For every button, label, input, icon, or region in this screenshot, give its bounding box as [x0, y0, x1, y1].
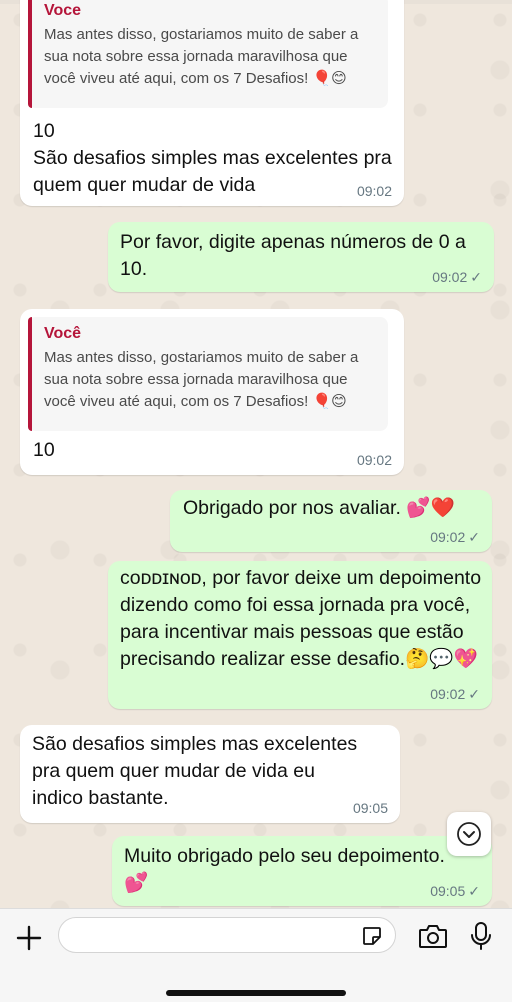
message-composer	[0, 908, 512, 1002]
chat-area[interactable]: Voce Mas antes disso, gostariamos muito …	[0, 0, 512, 908]
message-text: ᴄᴏᴅᴅɪɴᴏᴅ, por favor deixe um depoimento …	[120, 567, 487, 670]
message-time: 09:02	[356, 183, 392, 199]
microphone-icon[interactable]	[470, 921, 492, 951]
camera-icon[interactable]	[418, 923, 448, 949]
message-text: Por favor, digite apenas números de 0 a …	[120, 231, 472, 280]
home-indicator	[166, 990, 346, 996]
quote-author: Você	[44, 325, 82, 342]
sent-check-icon: ✓	[468, 529, 480, 545]
message-time: 09:05	[430, 883, 466, 899]
quoted-message[interactable]: Voce Mas antes disso, gostariamos muito …	[28, 0, 388, 108]
message-outgoing[interactable]: Por favor, digite apenas números de 0 a …	[108, 222, 494, 292]
message-time: 09:02	[356, 452, 392, 468]
sticker-icon[interactable]	[361, 925, 383, 947]
message-text: Obrigado por nos avaliar. 💕❤️	[183, 497, 455, 519]
message-outgoing[interactable]: ᴄᴏᴅᴅɪɴᴏᴅ, por favor deixe um depoimento …	[108, 561, 492, 709]
message-time: 09:02	[432, 269, 468, 285]
message-text: 10	[33, 439, 55, 461]
quoted-message[interactable]: Você Mas antes disso, gostariamos muito …	[28, 317, 388, 431]
message-input[interactable]	[58, 917, 396, 953]
message-text: 10 São desafios simples mas excelentes p…	[33, 120, 392, 196]
sent-check-icon: ✓	[470, 269, 482, 285]
sent-check-icon: ✓	[468, 883, 480, 899]
quote-text: Mas antes disso, gostariamos muito de sa…	[44, 26, 359, 87]
plus-icon[interactable]	[14, 923, 44, 953]
message-outgoing[interactable]: Obrigado por nos avaliar. 💕❤️ 09:02 ✓	[170, 490, 492, 552]
quote-text: Mas antes disso, gostariamos muito de sa…	[44, 349, 359, 410]
message-incoming[interactable]: Voce Mas antes disso, gostariamos muito …	[20, 0, 404, 206]
message-incoming[interactable]: Você Mas antes disso, gostariamos muito …	[20, 309, 404, 475]
message-time: 09:02	[430, 686, 466, 702]
sent-check-icon: ✓	[468, 686, 480, 702]
scroll-to-bottom-button[interactable]	[447, 812, 491, 856]
message-text: São desafios simples mas excelentes pra …	[32, 733, 363, 809]
message-time: 09:02	[430, 529, 466, 545]
quote-author: Voce	[44, 2, 82, 19]
message-time: 09:05	[352, 800, 388, 816]
chevron-down-icon	[457, 822, 481, 846]
message-outgoing[interactable]: Muito obrigado pelo seu depoimento. 💕 09…	[112, 836, 492, 906]
message-incoming[interactable]: São desafios simples mas excelentes pra …	[20, 725, 400, 823]
